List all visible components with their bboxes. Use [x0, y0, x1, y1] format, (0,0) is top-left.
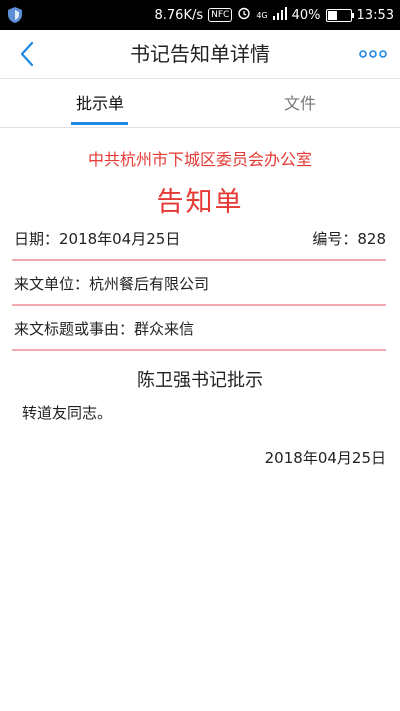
subject-row: 来文标题或事由：群众来信 [14, 318, 386, 339]
instruction-title: 陈卫强书记批示 [137, 370, 263, 391]
document-heading: 告知单 [156, 187, 244, 218]
document-number: 编号：828 [312, 230, 386, 248]
active-tab-indicator [71, 122, 128, 125]
more-dots-icon [359, 50, 387, 58]
clock: 13:53 [356, 7, 394, 23]
divider [12, 259, 386, 261]
page-title: 书记告知单详情 [130, 42, 270, 66]
more-button[interactable] [358, 44, 388, 64]
tab-instruction-sheet[interactable]: 批示单 [0, 79, 200, 127]
battery-icon [325, 8, 354, 22]
app-header: 书记告知单详情 [0, 30, 400, 79]
nfc-icon: NFC [208, 8, 233, 22]
network-type: 4G [256, 10, 268, 20]
alarm-icon [237, 6, 251, 24]
document-date: 日期：2018年04月25日 [14, 230, 181, 248]
divider [12, 349, 386, 351]
network-speed: 8.76K/s [154, 7, 204, 23]
battery-percent: 40% [291, 7, 321, 23]
sender-row: 来文单位：杭州餐后有限公司 [14, 273, 386, 294]
status-bar: 8.76K/s NFC 4G 40% 13:53 [0, 0, 400, 30]
divider [12, 304, 386, 306]
tab-bar: 批示单 文件 [0, 79, 400, 128]
shield-icon [6, 6, 24, 24]
signal-icon [272, 6, 287, 24]
sender-unit: 来文单位：杭州餐后有限公司 [14, 275, 210, 293]
tab-files[interactable]: 文件 [200, 79, 400, 127]
instruction-text: 转道友同志。 [22, 404, 113, 422]
instruction-date: 2018年04月25日 [264, 449, 386, 467]
issuing-office: 中共杭州市下城区委员会办公室 [87, 150, 312, 169]
date-number-row: 日期：2018年04月25日 编号：828 [14, 228, 386, 249]
subject: 来文标题或事由：群众来信 [14, 320, 195, 338]
